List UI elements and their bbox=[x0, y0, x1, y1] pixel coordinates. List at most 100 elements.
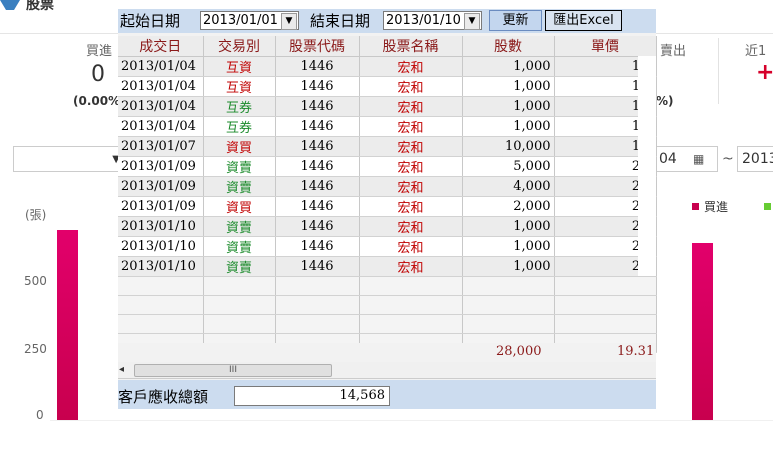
empty-cell bbox=[118, 314, 204, 334]
start-date-select[interactable]: 2013/01/01 ▼ bbox=[200, 11, 299, 30]
table-row[interactable]: 2013/01/10資賣1446宏和1,00020. bbox=[118, 236, 657, 257]
trade-type-cell: 資買 bbox=[203, 136, 276, 157]
chevron-down-icon[interactable]: ▼ bbox=[281, 13, 297, 30]
table-row[interactable]: 2013/01/09資買1446宏和2,00020. bbox=[118, 196, 657, 217]
trade-type-cell: 資賣 bbox=[203, 176, 276, 197]
empty-cell bbox=[275, 295, 360, 315]
shares-cell: 1,000 bbox=[462, 216, 555, 237]
trade-detail-dialog: 起始日期 2013/01/01 ▼ 結束日期 2013/01/10 ▼ 更新 匯出E… bbox=[118, 9, 657, 409]
table-row[interactable]: 2013/01/09資賣1446宏和4,00020. bbox=[118, 176, 657, 197]
column-header[interactable]: 成交日 bbox=[118, 36, 204, 57]
empty-cell bbox=[462, 295, 555, 315]
table-row[interactable]: 2013/01/10資賣1446宏和1,00020. bbox=[118, 216, 657, 237]
stat-recent-label: 近1 bbox=[745, 44, 767, 59]
empty-cell bbox=[554, 314, 657, 334]
end-date-label: 結束日期 bbox=[310, 12, 371, 30]
table-row[interactable]: 2013/01/04互資1446宏和1,00018. bbox=[118, 56, 657, 77]
shares-cell: 1,000 bbox=[462, 96, 555, 117]
chart-bar bbox=[692, 243, 713, 420]
receivable-bar: 客戶應收總額 14,568 bbox=[118, 380, 656, 409]
shares-cell: 2,000 bbox=[462, 196, 555, 217]
stock-code-cell: 1446 bbox=[275, 116, 360, 137]
receivable-label: 客戶應收總額 bbox=[118, 388, 209, 406]
page-title: 股票 bbox=[26, 0, 54, 13]
chart-tick-500: 500 bbox=[24, 274, 47, 288]
stock-code-cell: 1446 bbox=[275, 56, 360, 77]
table-header: 成交日 交易別 股票代碼 股票名稱 股數 單價 bbox=[118, 36, 657, 57]
stock-name-cell: 宏和 bbox=[359, 156, 463, 177]
trade-table: 成交日 交易別 股票代碼 股票名稱 股數 單價 2013/01/04 互資 1446… bbox=[118, 36, 657, 353]
date-range-separator: ~ bbox=[722, 151, 734, 167]
trade-date-cell: 2013/01/09 bbox=[118, 176, 204, 197]
stat-sell-label: 賣出 bbox=[659, 44, 686, 59]
table-row[interactable]: 2013/01/09資賣1446宏和5,00020. bbox=[118, 156, 657, 177]
table-row[interactable]: 2013/01/04互資1446宏和1,00018. bbox=[118, 76, 657, 97]
end-date-select[interactable]: 2013/01/10 ▼ bbox=[383, 11, 482, 30]
stock-name-cell: 宏和 bbox=[359, 176, 463, 197]
column-header[interactable]: 股票代碼 bbox=[275, 36, 360, 57]
stock-code-cell: 1446 bbox=[275, 236, 360, 257]
start-date-value: 2013/01/01 bbox=[203, 13, 278, 28]
stat-buy-pct: (0.00% bbox=[73, 94, 121, 108]
chart-tick-0: 0 bbox=[36, 408, 44, 422]
empty-cell bbox=[462, 314, 555, 334]
trade-date-cell: 2013/01/04 bbox=[118, 76, 204, 97]
stock-code-cell: 1446 bbox=[275, 136, 360, 157]
trade-date-cell: 2013/01/04 bbox=[118, 116, 204, 137]
start-date-input-bg[interactable]: 04 ▦ bbox=[654, 146, 718, 172]
trade-type-cell: 資買 bbox=[203, 196, 276, 217]
table-row[interactable]: 2013/01/04互券1446宏和1,00018. bbox=[118, 116, 657, 137]
stat-recent-value: +0 bbox=[756, 60, 773, 85]
shares-cell: 10,000 bbox=[462, 136, 555, 157]
refresh-button[interactable]: 更新 bbox=[489, 10, 542, 31]
trade-date-cell: 2013/01/09 bbox=[118, 196, 204, 217]
horizontal-scrollbar[interactable]: ◂ III bbox=[118, 362, 656, 379]
shares-cell: 1,000 bbox=[462, 256, 555, 277]
shares-cell: 1,000 bbox=[462, 236, 555, 257]
trade-date-cell: 2013/01/04 bbox=[118, 56, 204, 77]
shares-cell: 5,000 bbox=[462, 156, 555, 177]
empty-cell bbox=[554, 276, 657, 296]
export-excel-button[interactable]: 匯出Excel bbox=[545, 10, 622, 31]
trade-type-cell: 互資 bbox=[203, 76, 276, 97]
stock-code-cell: 1446 bbox=[275, 196, 360, 217]
trade-type-cell: 互資 bbox=[203, 56, 276, 77]
stat-sell-pct: %) bbox=[656, 94, 674, 108]
column-header[interactable]: 單價 bbox=[554, 36, 657, 57]
totals-row: 28,000 19.31 bbox=[118, 343, 656, 363]
stock-code-cell: 1446 bbox=[275, 76, 360, 97]
legend-buy-swatch bbox=[692, 203, 699, 210]
scroll-thumb[interactable]: III bbox=[134, 364, 332, 377]
filter-toolbar: 起始日期 2013/01/01 ▼ 結束日期 2013/01/10 ▼ 更新 匯出E… bbox=[118, 9, 656, 33]
trade-date-cell: 2013/01/07 bbox=[118, 136, 204, 157]
broker-select[interactable]: ▼ bbox=[13, 146, 123, 172]
scroll-left-icon[interactable]: ◂ bbox=[119, 364, 124, 375]
empty-cell bbox=[359, 276, 463, 296]
stock-code-cell: 1446 bbox=[275, 96, 360, 117]
empty-cell bbox=[203, 276, 276, 296]
shares-cell: 1,000 bbox=[462, 116, 555, 137]
start-date-tail: 04 bbox=[659, 151, 677, 167]
trade-date-cell: 2013/01/10 bbox=[118, 236, 204, 257]
start-date-label: 起始日期 bbox=[120, 12, 181, 30]
empty-row bbox=[118, 295, 657, 315]
end-date-input-bg[interactable]: 2013 bbox=[737, 146, 773, 172]
table-row[interactable]: 2013/01/07資買1446宏和10,00018. bbox=[118, 136, 657, 157]
total-shares: 28,000 bbox=[496, 344, 542, 359]
empty-cell bbox=[359, 295, 463, 315]
empty-row bbox=[118, 276, 657, 296]
column-header[interactable]: 交易別 bbox=[203, 36, 276, 57]
stock-code-cell: 1446 bbox=[275, 216, 360, 237]
column-header[interactable]: 股票名稱 bbox=[359, 36, 463, 57]
column-header[interactable]: 股數 bbox=[462, 36, 555, 57]
empty-cell bbox=[203, 295, 276, 315]
stock-name-cell: 宏和 bbox=[359, 96, 463, 117]
trade-date-cell: 2013/01/09 bbox=[118, 156, 204, 177]
stock-name-cell: 宏和 bbox=[359, 236, 463, 257]
trade-date-cell: 2013/01/10 bbox=[118, 216, 204, 237]
table-row[interactable]: 2013/01/04互券1446宏和1,00018. bbox=[118, 96, 657, 117]
trade-type-cell: 資賣 bbox=[203, 156, 276, 177]
calendar-icon[interactable]: ▦ bbox=[693, 147, 704, 171]
table-row[interactable]: 2013/01/10資賣1446宏和1,00020. bbox=[118, 256, 657, 277]
chevron-down-icon[interactable]: ▼ bbox=[464, 13, 480, 30]
